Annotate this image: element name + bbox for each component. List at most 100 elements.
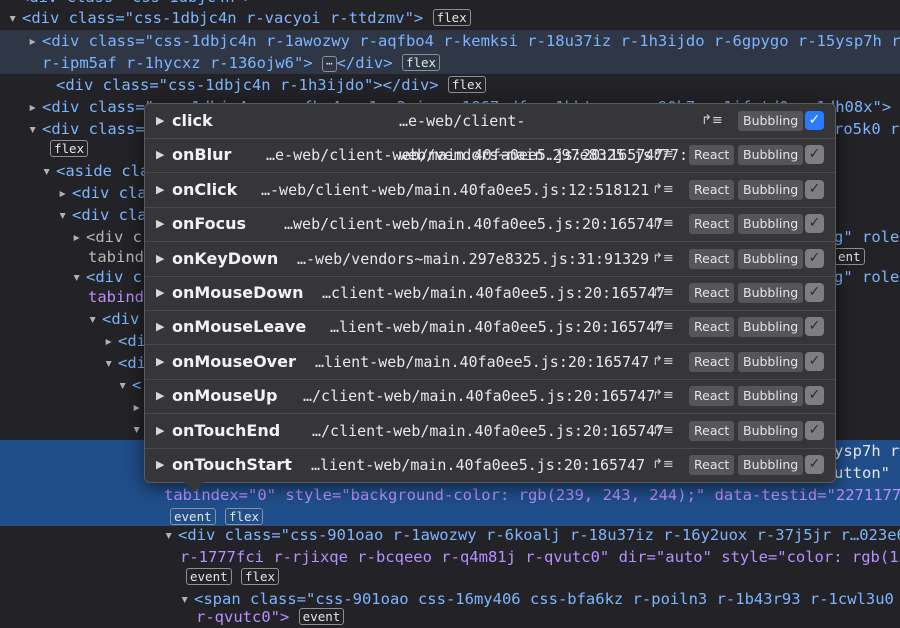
jump-to-definition-icon[interactable]: ↱≡ — [701, 104, 723, 138]
collapse-triangle-icon[interactable]: ▸ — [58, 182, 72, 204]
listener-enabled-checkbox[interactable]: ✓ — [805, 214, 824, 234]
expand-triangle-icon[interactable]: ▾ — [118, 374, 132, 396]
dom-node-text: tabindex="0" style="background-color: rg… — [164, 486, 900, 504]
event-source-link[interactable]: …lient-web/main.40fa0ee5.js:20:165747 — [311, 448, 645, 482]
jump-to-definition-icon[interactable]: ↱≡ — [652, 207, 674, 241]
react-badge: React — [689, 455, 735, 475]
event-source-link[interactable]: …e-web/client-web/main.40fa0ee5.js:20:16… — [266, 138, 663, 172]
side-fragment: g" role= — [834, 268, 900, 286]
expand-triangle-icon[interactable]: ▶ — [156, 276, 164, 310]
dom-node-text: < — [132, 376, 142, 394]
expand-triangle-icon[interactable]: ▾ — [104, 352, 118, 374]
event-listeners-popup: ▶ click …e-web/client-web/vendors~main.297… — [144, 103, 836, 483]
listener-enabled-checkbox[interactable]: ✓ — [805, 248, 824, 268]
event-source-link[interactable]: …/client-web/main.40fa0ee5.js:20:165747 — [312, 414, 664, 448]
listener-enabled-checkbox[interactable]: ✓ — [805, 386, 824, 406]
event-badge[interactable]: event — [170, 508, 216, 525]
expand-triangle-icon[interactable]: ▶ — [156, 414, 164, 448]
listener-enabled-checkbox[interactable]: ✓ — [805, 179, 824, 199]
collapse-triangle-icon[interactable]: ▸ — [104, 330, 118, 352]
dom-node-line-highlighted[interactable]: ▸ <div class="css-1dbjc4n r-1awozwy r-aq… — [0, 30, 900, 52]
ellipsis-badge[interactable]: ⋯ — [321, 56, 337, 72]
listener-enabled-checkbox[interactable]: ✓ — [805, 111, 824, 130]
event-name: onBlur — [172, 145, 232, 165]
event-source-link[interactable]: …web/client-web/main.40fa0ee5.js:20:1657… — [284, 207, 663, 241]
expand-triangle-icon[interactable]: ▶ — [156, 104, 164, 138]
side-fragment: ent — [834, 246, 900, 268]
event-badge[interactable]: ent — [834, 248, 865, 265]
event-listener-row[interactable]: ▶ onMouseUp …/client-web/main.40fa0ee5.js:… — [145, 379, 835, 415]
collapse-triangle-icon[interactable]: ▸ — [28, 30, 42, 52]
event-name: onFocus — [172, 214, 247, 234]
jump-to-definition-icon[interactable]: ↱≡ — [652, 242, 674, 276]
expand-triangle-icon[interactable]: ▾ — [72, 266, 86, 288]
event-source-link[interactable]: …lient-web/main.40fa0ee5.js:20:165747 — [330, 310, 664, 344]
event-listener-row[interactable]: ▶ click …e-web/client-web/vendors~main.297… — [145, 104, 835, 164]
listener-enabled-checkbox[interactable]: ✓ — [805, 420, 824, 440]
expand-triangle-icon[interactable]: ▾ — [58, 204, 72, 226]
bubbling-badge: Bubbling — [738, 214, 804, 235]
listener-enabled-checkbox[interactable]: ✓ — [805, 455, 824, 474]
dom-node-text: <div c — [86, 268, 142, 286]
dom-node-line[interactable]: ▾ <div class="css-1dbjc4n r-vacyoi r-ttdz… — [8, 7, 900, 29]
flex-badge[interactable]: flex — [240, 568, 280, 585]
listener-enabled-checkbox[interactable]: ✓ — [805, 351, 824, 371]
jump-to-definition-icon[interactable]: ↱≡ — [652, 310, 674, 344]
event-badge[interactable]: event — [186, 568, 232, 585]
collapse-triangle-icon[interactable]: ▸ — [28, 96, 42, 118]
expand-triangle-icon[interactable]: ▾ — [28, 118, 42, 140]
expand-triangle-icon[interactable]: ▶ — [156, 379, 164, 413]
dom-node-line[interactable]: <div class="css-1dbjc4n r-1h3ijdo"></div… — [0, 74, 900, 96]
event-listener-row[interactable]: ▶ onClick …-web/client-web/main.40fa0ee5.j… — [145, 173, 835, 208]
event-source-link[interactable]: …lient-web/main.40fa0ee5.js:20:165747 — [315, 345, 649, 379]
expand-triangle-icon[interactable]: ▾ — [164, 524, 178, 546]
expand-triangle-icon[interactable]: ▾ — [88, 308, 102, 330]
jump-to-definition-icon[interactable]: ↱≡ — [652, 173, 674, 207]
event-name: onMouseLeave — [172, 317, 307, 337]
flex-badge[interactable]: flex — [50, 140, 89, 157]
jump-to-definition-icon[interactable]: ↱≡ — [652, 379, 674, 413]
bubbling-badge: Bubbling — [738, 386, 804, 407]
expand-triangle-icon[interactable]: ▾ — [42, 160, 56, 182]
dom-node-text: <div — [102, 310, 140, 328]
dom-node-line-continued[interactable]: r-ipm5af r-1hycxz r-136ojw6"> ⋯ </div> fl… — [0, 52, 900, 74]
flex-badge[interactable]: flex — [401, 54, 441, 71]
jump-to-definition-icon[interactable]: ↱≡ — [652, 276, 674, 310]
collapse-triangle-icon[interactable]: ▸ — [72, 226, 86, 248]
expand-triangle-icon[interactable]: ▶ — [156, 173, 164, 207]
dom-node-line[interactable]: ▾ <div class="css-901oao r-1awozwy r-6koa… — [0, 524, 900, 546]
event-source-link[interactable]: …-web/vendors~main.297e8325.js:31:91329 — [297, 242, 649, 276]
selected-node-line[interactable]: tabindex="0" style="background-color: rg… — [0, 484, 900, 506]
flex-badge[interactable]: flex — [432, 9, 471, 26]
listener-enabled-checkbox[interactable]: ✓ — [805, 283, 824, 302]
event-listener-row[interactable]: ▶ onMouseDown …client-web/main.40fa0ee5.js… — [145, 276, 835, 311]
event-listener-row[interactable]: ▶ onTouchEnd …/client-web/main.40fa0ee5.js… — [145, 414, 835, 449]
flex-badge[interactable]: flex — [447, 76, 487, 93]
event-listener-row[interactable]: ▶ onBlur …e-web/client-web/main.40fa0ee5.j… — [145, 138, 835, 174]
expand-triangle-icon[interactable]: ▶ — [156, 448, 164, 482]
listener-enabled-checkbox[interactable]: ✓ — [805, 317, 824, 337]
event-listener-row[interactable]: ▶ onMouseLeave …lient-web/main.40fa0ee5.js… — [145, 310, 835, 346]
jump-to-definition-icon[interactable]: ↱≡ — [652, 138, 674, 172]
event-listener-row[interactable]: ▶ onFocus …web/client-web/main.40fa0ee5.js… — [145, 207, 835, 243]
jump-to-definition-icon[interactable]: ↱≡ — [652, 448, 674, 482]
event-badge[interactable]: event — [298, 608, 345, 625]
event-listener-row[interactable]: ▶ onMouseOver …lient-web/main.40fa0ee5.js:… — [145, 345, 835, 380]
event-listener-row[interactable]: ▶ onTouchStart …lient-web/main.40fa0ee5.js… — [145, 448, 835, 482]
expand-triangle-icon[interactable]: ▶ — [156, 345, 164, 379]
jump-to-definition-icon[interactable]: ↱≡ — [652, 345, 674, 379]
expand-triangle-icon[interactable]: ▶ — [156, 242, 164, 276]
event-source-link[interactable]: …client-web/main.40fa0ee5.js:20:165747 — [322, 276, 665, 310]
expand-triangle-icon[interactable]: ▾ — [8, 7, 22, 29]
react-badge: React — [689, 145, 735, 166]
expand-triangle-icon[interactable]: ▶ — [156, 138, 164, 172]
event-source-link[interactable]: …-web/client-web/main.40fa0ee5.js:12:518… — [261, 173, 649, 207]
flex-badge[interactable]: flex — [224, 508, 264, 525]
expand-triangle-icon[interactable]: ▶ — [156, 310, 164, 344]
listener-enabled-checkbox[interactable]: ✓ — [805, 145, 824, 165]
event-listener-row[interactable]: ▶ onKeyDown …-web/vendors~main.297e8325.js… — [145, 242, 835, 277]
react-badge: React — [689, 248, 735, 269]
expand-triangle-icon[interactable]: ▶ — [156, 207, 164, 241]
jump-to-definition-icon[interactable]: ↱≡ — [652, 414, 674, 448]
event-source-link[interactable]: …/client-web/main.40fa0ee5.js:20:165747 — [303, 379, 655, 413]
